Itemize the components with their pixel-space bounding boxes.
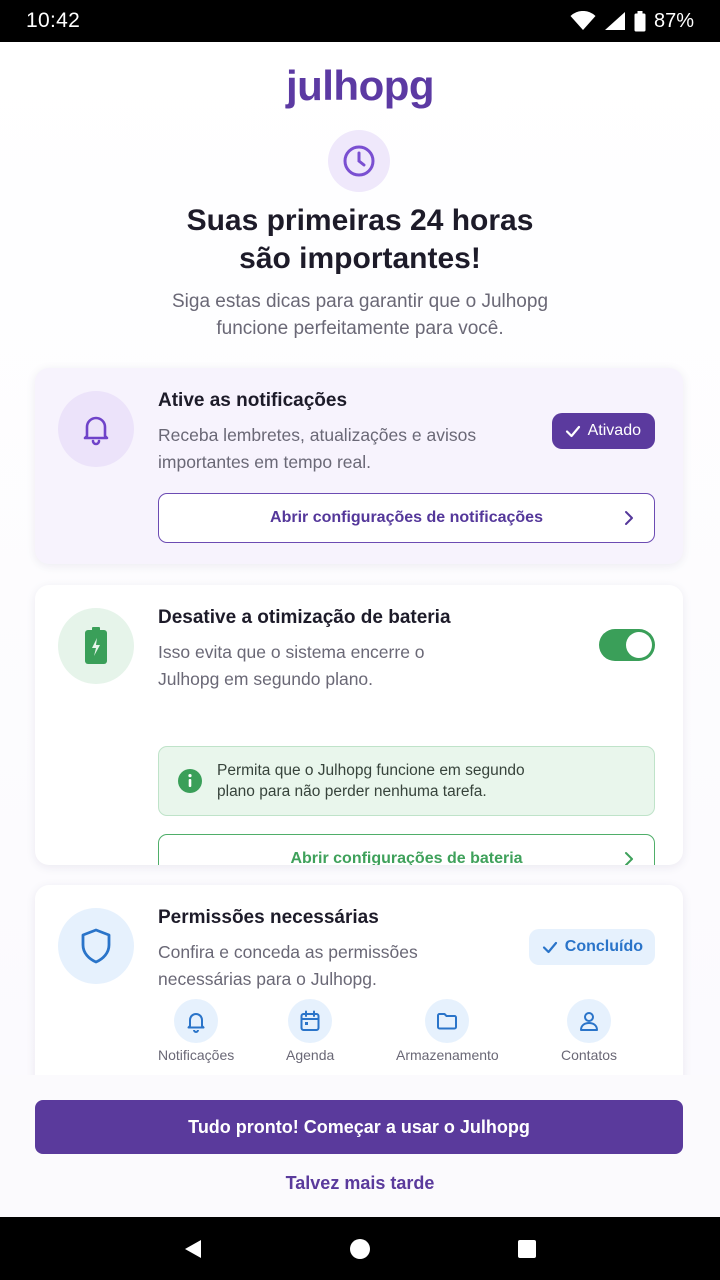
check-icon [565,425,580,438]
app-logo: julhopg [285,62,435,109]
notifications-icon-circle [58,391,134,467]
wifi-icon [570,11,596,30]
calendar-icon [300,1010,320,1031]
start-using-button[interactable]: Tudo pronto! Começar a usar o Julhopg [35,1100,683,1154]
toggle-knob [626,632,652,658]
status-icons: 87% [570,10,694,33]
permission-label: Agenda [286,1047,335,1063]
permissions-description: Confira e conceda as permissões necessár… [158,942,418,989]
permission-item-notifications[interactable]: Notificações [158,999,234,1063]
info-icon [178,769,202,793]
page-title: Suas primeiras 24 horas são importantes! [186,204,534,275]
battery-percent: 87% [653,9,694,32]
permission-label: Contatos [561,1047,618,1063]
battery-description: Isso evita que o sistema encerre o Julho… [158,642,425,689]
permission-icon-circle [425,999,470,1043]
person-icon [580,1012,599,1031]
battery-card: Desative a otimização de bateria Isso ev… [35,585,683,865]
permission-item-calendar[interactable]: Agenda [286,999,334,1063]
permissions-status-badge: Concluído [528,929,655,965]
bottom-actions: Tudo pronto! Começar a usar o Julhopg Ta… [0,1075,720,1217]
permission-icon-circle [567,999,612,1043]
permissions-list: Notificações Agenda Armazenamento Contat… [158,999,655,1063]
notifications-status-text: Ativado [587,422,641,439]
open-battery-settings-button[interactable]: Abrir configurações de bateria [158,834,655,865]
page-subtitle: Siga estas dicas para garantir que o Jul… [171,291,549,339]
permissions-icon-circle [58,908,134,984]
maybe-later-link[interactable]: Talvez mais tarde [0,1173,720,1194]
home-icon[interactable] [349,1238,371,1260]
chevron-right-icon [625,511,633,525]
clock-icon [343,145,375,177]
chevron-right-icon [625,852,633,865]
onboarding-content: julhopg Suas primeiras 24 horas são impo… [0,42,720,1075]
open-battery-settings-label: Abrir configurações de bateria [290,850,523,865]
check-icon [542,941,557,954]
permission-item-storage[interactable]: Armazenamento [396,999,499,1063]
notifications-status-badge: Ativado [551,413,655,449]
battery-info-text: Permita que o Julhopg funcione em segund… [217,762,525,800]
open-notification-settings-label: Abrir configurações de notificações [270,509,543,526]
battery-title: Desative a otimização de bateria [158,607,451,628]
bell-icon [187,1013,205,1033]
permission-icon-circle [288,999,333,1043]
shield-icon [81,928,111,964]
permission-label: Notificações [158,1047,235,1063]
status-time: 10:42 [26,9,81,32]
battery-info-box: Permita que o Julhopg funcione em segund… [158,746,655,816]
permission-icon-circle [174,999,219,1043]
signal-icon [604,12,625,30]
recents-icon[interactable] [516,1238,538,1260]
bell-icon [83,416,109,446]
notifications-card: Ative as notificações Receba lembretes, … [35,368,683,564]
battery-icon-circle [58,608,134,684]
battery-icon [634,10,646,31]
back-icon[interactable] [182,1238,204,1260]
permission-item-contacts[interactable]: Contatos [561,999,617,1063]
battery-charging-icon [85,627,107,664]
permissions-card: Permissões necessárias Confira e conceda… [35,885,683,1075]
battery-optimization-toggle[interactable] [599,629,655,661]
open-notification-settings-button[interactable]: Abrir configurações de notificações [158,493,655,543]
clock-badge [328,130,390,192]
permission-label: Armazenamento [396,1047,499,1063]
folder-icon [437,1013,458,1030]
notifications-title: Ative as notificações [158,390,348,411]
system-navigation-bar [0,1217,720,1280]
permissions-title: Permissões necessárias [158,907,379,928]
permissions-status-text: Concluído [564,938,643,955]
status-bar: 10:42 87% [0,0,720,42]
notifications-description: Receba lembretes, atualizações e avisos … [158,425,477,472]
